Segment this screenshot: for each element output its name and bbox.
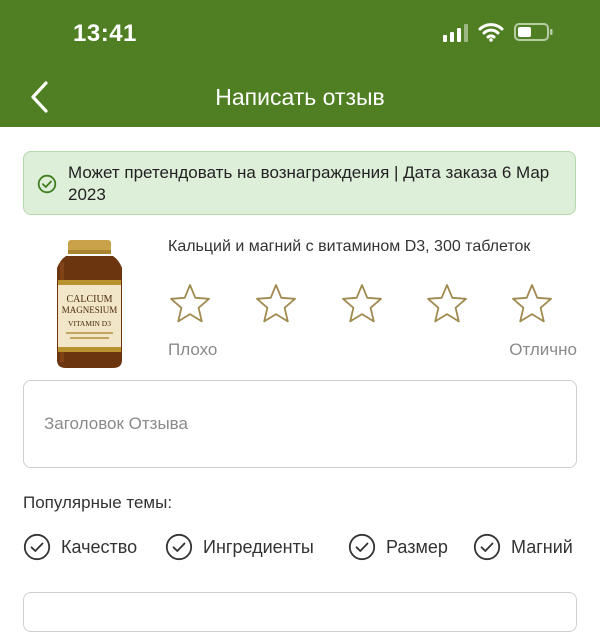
status-time: 13:41 (73, 20, 137, 47)
topics-label: Популярные темы: (23, 493, 173, 512)
app-header: 13:41 Написать отзыв (0, 0, 600, 127)
check-circle-icon (165, 533, 193, 561)
product-label-line-1: CALCIUM (66, 294, 112, 305)
status-icons (443, 22, 554, 42)
star-1-icon[interactable] (168, 282, 212, 326)
product-image: CALCIUM MAGNESIUM VITAMIN D3 (57, 240, 122, 368)
star-3-icon[interactable] (340, 282, 384, 326)
review-title-input[interactable] (23, 380, 577, 468)
topic-chip-label: Размер (386, 536, 448, 557)
rating-high-label: Отлично (509, 340, 577, 359)
topic-chip-label: Ингредиенты (203, 536, 314, 557)
topic-chip-magnesium[interactable]: Магний (473, 533, 573, 561)
star-rating (168, 282, 578, 326)
wifi-icon (478, 23, 504, 42)
review-body-field[interactable] (23, 592, 577, 632)
rewards-banner: Может претендовать на вознаграждения | Д… (23, 151, 576, 215)
check-circle-icon (37, 174, 57, 194)
check-circle-icon (473, 533, 501, 561)
star-2-icon[interactable] (254, 282, 298, 326)
product-label-line-2: MAGNESIUM (62, 305, 118, 315)
topic-chips: Качество Ингредиенты Размер Магний (23, 533, 600, 565)
topic-chip-label: Качество (61, 536, 138, 557)
topic-chip-label: Магний (511, 536, 573, 557)
topic-chip-ingredients[interactable]: Ингредиенты (165, 533, 314, 561)
product-label-line-3: VITAMIN D3 (68, 319, 111, 328)
page-title: Написать отзыв (215, 84, 385, 110)
topic-chip-size[interactable]: Размер (348, 533, 448, 561)
battery-icon (514, 23, 553, 41)
product-name: Кальций и магний с витамином D3, 300 таб… (168, 238, 531, 255)
check-circle-icon (23, 533, 51, 561)
topic-chip-quality[interactable]: Качество (23, 533, 137, 561)
banner-text: Может претендовать на вознаграждения | Д… (68, 163, 550, 204)
rating-low-label: Плохо (168, 340, 218, 359)
signal-icon (443, 22, 468, 42)
star-4-icon[interactable] (425, 282, 469, 326)
star-5-icon[interactable] (510, 282, 554, 326)
check-circle-icon (348, 533, 376, 561)
